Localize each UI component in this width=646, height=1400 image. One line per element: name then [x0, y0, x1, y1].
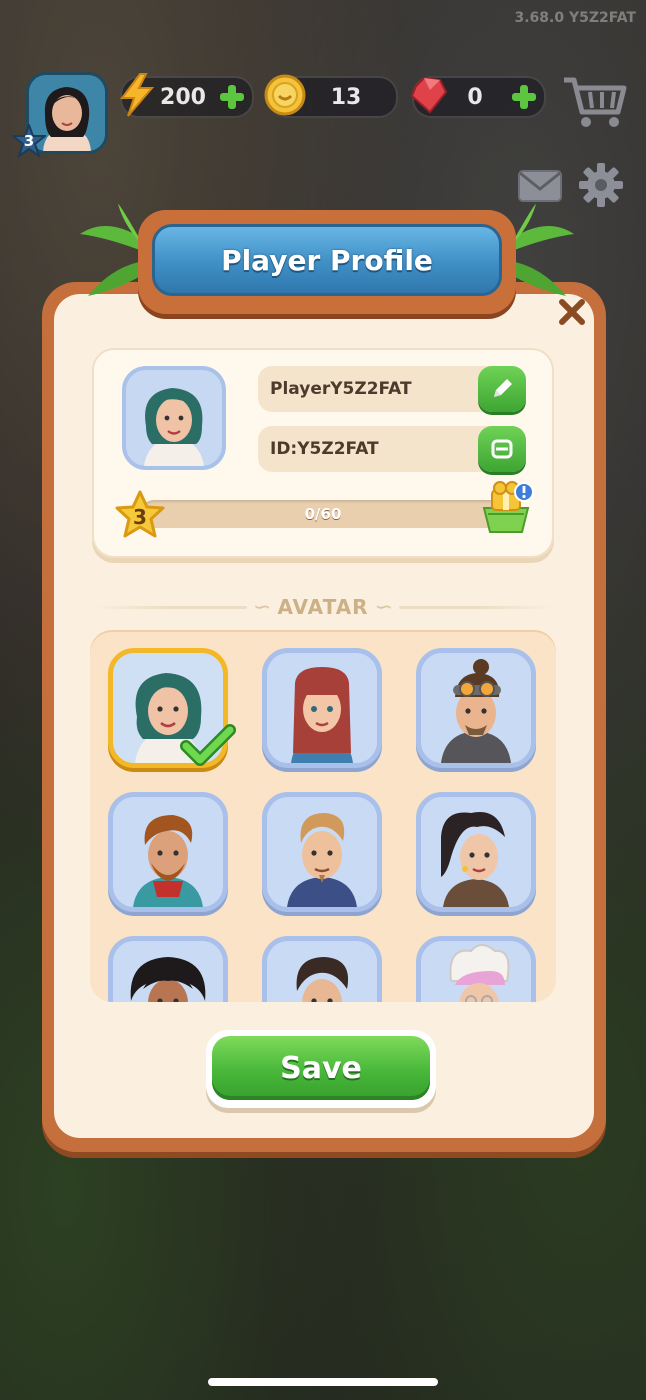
avatar-option-chef-grandma[interactable]: [416, 936, 536, 1002]
avatar-grid: [90, 630, 556, 1002]
add-energy-icon[interactable]: [218, 83, 246, 111]
edit-name-button[interactable]: [478, 366, 526, 412]
level-reward-button[interactable]: [478, 480, 536, 536]
gift-basket-icon: [482, 481, 534, 533]
lightning-icon: [120, 73, 155, 117]
save-button[interactable]: Save: [206, 1030, 436, 1108]
avatar-option-blonde-man[interactable]: [262, 792, 382, 912]
save-button-label: Save: [280, 1050, 362, 1086]
avatar-option-goggles-man[interactable]: [416, 648, 536, 768]
swirl-icon: ∽: [374, 594, 394, 620]
avatar-option-dark-hair-woman[interactable]: [416, 792, 536, 912]
swirl-icon: ∽: [253, 594, 272, 620]
player-name-field: PlayerY5Z2FAT: [258, 366, 526, 412]
player-name: PlayerY5Z2FAT: [270, 379, 412, 399]
avatar-option-dark-hair-man[interactable]: [262, 936, 382, 1002]
add-gems-icon[interactable]: [510, 83, 538, 111]
copy-icon: [491, 439, 513, 459]
version-label: 3.68.0 Y5Z2FAT: [514, 10, 636, 26]
hud-level-badge: 3: [10, 122, 48, 159]
level-value: 3: [133, 505, 147, 529]
gems-counter[interactable]: 0: [410, 76, 546, 118]
avatar-option-red-hair-girl[interactable]: [262, 648, 382, 768]
avatar-option-curly-hair-woman[interactable]: [108, 936, 228, 1002]
current-avatar: [122, 366, 226, 470]
coins-counter[interactable]: 13: [264, 74, 398, 118]
copy-id-button[interactable]: [478, 426, 526, 472]
settings-gear-icon[interactable]: [578, 162, 624, 208]
title-banner: Player Profile: [138, 210, 516, 314]
xp-text: 0/60: [304, 505, 342, 523]
pencil-icon: [494, 379, 512, 397]
gem-icon: [410, 76, 448, 114]
coin-icon: [264, 74, 306, 116]
avatar-section-header: ∽ AVATAR ∽: [92, 590, 555, 624]
player-id-field: ID:Y5Z2FAT: [258, 426, 526, 472]
home-indicator[interactable]: [208, 1378, 438, 1386]
hud-level-value: 3: [23, 132, 35, 150]
avatar-option-bearded-man[interactable]: [108, 792, 228, 912]
shop-cart-icon[interactable]: [560, 72, 630, 132]
panel-title: Player Profile: [221, 243, 433, 277]
selected-check-icon: [180, 724, 236, 766]
level-star-badge: 3: [114, 490, 166, 540]
player-id: ID:Y5Z2FAT: [270, 439, 379, 459]
energy-counter[interactable]: 200: [120, 73, 254, 118]
avatar-section-title: AVATAR: [277, 595, 369, 619]
xp-progress-bar: 0/60: [140, 500, 506, 528]
mail-icon[interactable]: [516, 166, 564, 206]
